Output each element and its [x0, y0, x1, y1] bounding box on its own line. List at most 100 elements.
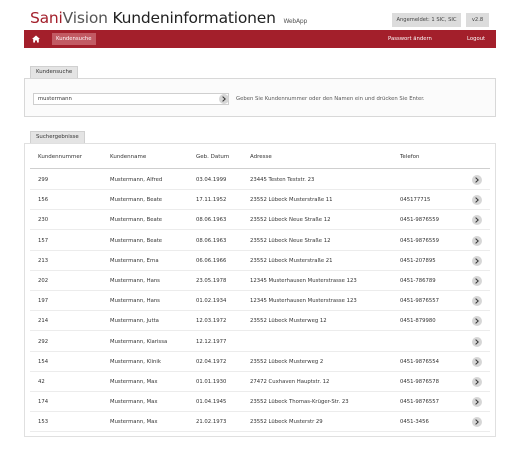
cell-adresse: 12345 Musterhausen Musterstrasse 123	[250, 298, 357, 305]
brand-title: SaniVision Kundeninformationen WebApp	[30, 9, 307, 27]
cell-kundenname: Mustermann, Hans	[110, 278, 160, 284]
row-open-button[interactable]	[472, 377, 482, 387]
brand-sani: Sani	[30, 9, 63, 27]
cell-kundennummer: 154	[38, 358, 49, 365]
home-icon[interactable]	[30, 33, 42, 45]
chevron-right-icon	[475, 298, 479, 304]
nav-tab-kundensuche[interactable]: Kundensuche	[52, 33, 96, 45]
table-row[interactable]: 174 Mustermann, Max 01.04.1945 23552 Lübeck…	[30, 392, 490, 413]
cell-kundenname: Mustermann, Alfred	[110, 177, 163, 183]
chevron-right-icon	[475, 278, 479, 284]
cell-kundennummer: 213	[38, 257, 49, 264]
cell-telefon: 0451-9876557	[400, 399, 439, 406]
navbar: Kundensuche Passwort ändern Logout	[24, 30, 496, 48]
cell-kundennummer: 202	[38, 278, 49, 284]
table-row[interactable]: 197 Mustermann, Hans 01.02.1934 12345 Muste…	[30, 291, 490, 312]
cell-telefon: 0451-9876557	[400, 298, 439, 305]
page-title: Kundeninformationen	[112, 9, 276, 27]
cell-adresse: 12345 Musterhausen Musterstrasse 123	[250, 278, 357, 284]
user-status-badge: Angemeldet: 1 SIC, SIC	[392, 13, 461, 27]
table-row[interactable]: 157 Mustermann, Beate 08.06.1963 23552 Lübe…	[30, 231, 490, 251]
header-divider	[30, 168, 490, 169]
table-row[interactable]: 156 Mustermann, Beate 17.11.1952 23552 Lübe…	[30, 190, 490, 211]
chevron-right-icon	[475, 379, 479, 385]
table-row[interactable]: 214 Mustermann, Jutta 12.03.1972 23552 Lübe…	[30, 311, 490, 332]
cell-telefon: 0451-9876554	[400, 358, 439, 365]
cell-kundennummer: 292	[38, 338, 49, 345]
col-header-kundenname[interactable]: Kundenname	[110, 152, 146, 162]
table-row[interactable]: 292 Mustermann, Klarissa 12.12.1977	[30, 332, 490, 352]
results-panel-tab: Suchergebnisse	[30, 131, 85, 143]
row-open-button[interactable]	[472, 356, 482, 367]
table-row[interactable]: 42 Mustermann, Max 01.01.1930 27472 Cuxhave…	[30, 372, 490, 392]
cell-telefon: 0451-9876559	[400, 217, 439, 224]
chevron-right-icon	[475, 177, 479, 183]
table-row[interactable]: 299 Mustermann, Alfred 03.04.1999 23445 Tes…	[30, 170, 490, 190]
logout-link[interactable]: Logout	[467, 33, 485, 45]
cell-kundenname: Mustermann, Beate	[110, 237, 163, 244]
cell-kundenname: Mustermann, Max	[110, 399, 158, 406]
cell-telefon: 0451-207895	[400, 257, 436, 264]
cell-adresse: 23552 Lübeck Musterweg 12	[250, 318, 327, 325]
cell-adresse: 23552 Lübeck Musterweg 2	[250, 358, 324, 365]
search-submit-button[interactable]	[219, 94, 229, 104]
cell-kundennummer: 214	[38, 318, 49, 325]
cell-geb-datum: 03.04.1999	[196, 177, 227, 183]
table-row[interactable]: 230 Mustermann, Beate 08.06.1963 23552 Lübe…	[30, 210, 490, 231]
cell-kundenname: Mustermann, Erna	[110, 257, 159, 264]
cell-kundennummer: 157	[38, 237, 49, 244]
table-row[interactable]: 154 Mustermann, Klinik 02.04.1972 23552 Lüb…	[30, 352, 490, 372]
row-open-button[interactable]	[472, 215, 482, 226]
change-password-link[interactable]: Passwort ändern	[388, 33, 432, 45]
cell-kundenname: Mustermann, Beate	[110, 217, 163, 224]
chevron-right-icon	[475, 359, 479, 365]
col-header-telefon[interactable]: Telefon	[400, 152, 420, 162]
cell-telefon: 0451-9876559	[400, 237, 439, 244]
cell-kundenname: Mustermann, Beate	[110, 197, 163, 204]
cell-kundennummer: 230	[38, 217, 49, 224]
cell-kundenname: Mustermann, Max	[110, 379, 158, 385]
chevron-right-icon	[475, 258, 479, 264]
cell-kundennummer: 42	[38, 379, 45, 385]
cell-adresse: 23552 Lübeck Musterstraße 11	[250, 197, 333, 204]
search-input[interactable]	[33, 93, 229, 105]
row-open-button[interactable]	[472, 296, 482, 307]
app-header: SaniVision Kundeninformationen WebApp An…	[24, 6, 505, 28]
row-open-button[interactable]	[472, 417, 482, 428]
table-row[interactable]: 202 Mustermann, Hans 23.05.1978 12345 Muste…	[30, 271, 490, 291]
cell-adresse: 27472 Cuxhaven Hauptstr. 12	[250, 379, 330, 385]
chevron-right-icon	[475, 318, 479, 325]
row-open-button[interactable]	[472, 195, 482, 206]
cell-kundenname: Mustermann, Hans	[110, 298, 160, 305]
cell-kundenname: Mustermann, Klinik	[110, 358, 161, 365]
row-open-button[interactable]	[472, 276, 482, 286]
chevron-right-icon	[475, 237, 479, 244]
cell-adresse: 23552 Lübeck Thomas-Krüger-Str. 23	[250, 399, 349, 406]
chevron-right-icon	[475, 338, 479, 345]
cell-kundenname: Mustermann, Jutta	[110, 318, 159, 325]
cell-kundenname: Mustermann, Klarissa	[110, 338, 168, 345]
cell-kundennummer: 174	[38, 399, 49, 406]
col-header-adresse[interactable]: Adresse	[250, 152, 272, 162]
chevron-right-icon	[475, 419, 479, 426]
table-row[interactable]: 153 Mustermann, Max 21.02.1973 23552 Lübeck…	[30, 412, 490, 433]
row-open-button[interactable]	[472, 316, 482, 327]
cell-geb-datum: 17.11.1952	[196, 197, 227, 204]
row-open-button[interactable]	[472, 397, 482, 408]
row-open-button[interactable]	[472, 235, 482, 246]
col-header-geb-datum[interactable]: Geb. Datum	[196, 152, 229, 162]
col-header-kundennummer[interactable]: Kundennummer	[38, 152, 82, 162]
row-open-button[interactable]	[472, 175, 482, 185]
cell-geb-datum: 01.01.1930	[196, 379, 227, 385]
cell-kundennummer: 153	[38, 419, 49, 426]
chevron-right-icon	[475, 197, 479, 203]
table-row[interactable]: 213 Mustermann, Erna 06.06.1966 23552 Lübec…	[30, 251, 490, 271]
page-subtitle: WebApp	[283, 18, 308, 25]
cell-geb-datum: 12.12.1977	[196, 338, 227, 345]
row-open-button[interactable]	[472, 336, 482, 347]
cell-telefon: 0451-879980	[400, 318, 436, 325]
cell-kundenname: Mustermann, Max	[110, 419, 158, 426]
cell-geb-datum: 08.06.1963	[196, 217, 227, 224]
cell-telefon: 045177715	[400, 197, 431, 204]
row-open-button[interactable]	[472, 255, 482, 266]
